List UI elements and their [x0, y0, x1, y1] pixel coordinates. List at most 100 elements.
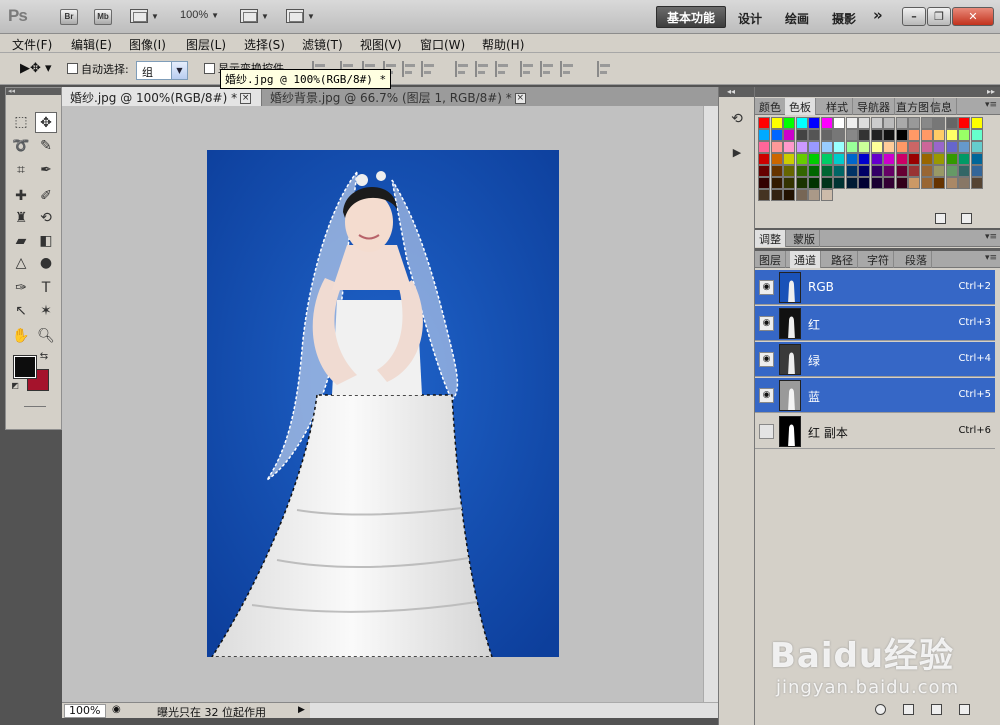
color-swatch[interactable]: [795, 153, 808, 165]
color-swatch[interactable]: [933, 141, 945, 153]
eye-icon[interactable]: ◉: [759, 352, 774, 367]
color-swatch[interactable]: [895, 117, 908, 129]
menu-help[interactable]: 帮助(H): [482, 36, 524, 53]
restore-button[interactable]: ❐: [927, 7, 951, 26]
color-swatch[interactable]: [945, 153, 958, 165]
color-swatch[interactable]: [795, 117, 808, 129]
show-transform-controls-checkbox[interactable]: [204, 63, 215, 74]
workspace-design-button[interactable]: 设计: [738, 10, 762, 27]
color-swatch[interactable]: [883, 153, 895, 165]
color-swatch[interactable]: [958, 117, 970, 129]
color-swatch[interactable]: [795, 141, 808, 153]
align-right-icon[interactable]: [421, 61, 435, 77]
color-swatch[interactable]: [858, 117, 870, 129]
color-swatch[interactable]: [795, 129, 808, 141]
lasso-tool-icon[interactable]: ➰: [10, 136, 32, 157]
distribute-vcenter-icon[interactable]: [475, 61, 489, 77]
color-swatch[interactable]: [958, 141, 970, 153]
healing-brush-tool-icon[interactable]: ✚: [10, 186, 32, 207]
foreground-color-swatch[interactable]: [13, 355, 37, 379]
color-swatch[interactable]: [908, 177, 920, 189]
close-button[interactable]: ✕: [952, 7, 994, 26]
tab-channels[interactable]: 通道: [790, 251, 821, 268]
color-swatch[interactable]: [945, 177, 958, 189]
new-channel-icon[interactable]: [931, 704, 942, 715]
color-swatch[interactable]: [833, 129, 845, 141]
color-swatch[interactable]: [933, 129, 945, 141]
arrange-documents-dropdown[interactable]: ▼: [240, 9, 269, 23]
delete-swatch-icon[interactable]: [961, 213, 972, 224]
color-swatch[interactable]: [870, 129, 883, 141]
channel-row-green[interactable]: ◉ 绿 Ctrl+4: [755, 342, 995, 377]
zoom-level-field[interactable]: 100%: [64, 704, 106, 718]
color-swatch[interactable]: [845, 177, 858, 189]
document-tab-inactive[interactable]: 婚纱背景.jpg @ 66.7% (图层 1, RGB/8#) * ×: [262, 87, 534, 106]
type-tool-icon[interactable]: T: [35, 278, 57, 299]
view-extras-dropdown[interactable]: ▼: [130, 9, 159, 23]
history-panel-icon[interactable]: ⟲: [726, 109, 748, 130]
eye-icon[interactable]: ◉: [759, 316, 774, 331]
menu-layer[interactable]: 图层(L): [186, 36, 226, 53]
color-swatch[interactable]: [845, 153, 858, 165]
channel-row-red[interactable]: ◉ 红 Ctrl+3: [755, 306, 995, 341]
color-swatch[interactable]: [833, 177, 845, 189]
auto-select-checkbox[interactable]: [67, 63, 78, 74]
color-swatch[interactable]: [783, 141, 795, 153]
color-swatch[interactable]: [770, 129, 783, 141]
color-swatch[interactable]: [758, 141, 770, 153]
color-swatch[interactable]: [833, 153, 845, 165]
color-swatch[interactable]: [783, 165, 795, 177]
channel-row-red-copy[interactable]: 红 副本 Ctrl+6: [755, 414, 995, 449]
color-swatch[interactable]: [808, 177, 820, 189]
color-swatch[interactable]: [845, 165, 858, 177]
horizontal-scrollbar[interactable]: [310, 702, 718, 718]
panel-menu-icon[interactable]: ▾≡: [985, 232, 997, 242]
dodge-tool-icon[interactable]: ●: [35, 253, 57, 274]
tab-character[interactable]: 字符: [863, 251, 894, 268]
color-swatch[interactable]: [820, 177, 833, 189]
color-swatch[interactable]: [858, 129, 870, 141]
color-swatch[interactable]: [908, 129, 920, 141]
color-swatch[interactable]: [858, 153, 870, 165]
visibility-toggle[interactable]: [759, 424, 774, 439]
tab-paragraph[interactable]: 段落: [901, 251, 932, 268]
color-swatch[interactable]: [858, 141, 870, 153]
tab-masks[interactable]: 蒙版: [789, 230, 820, 247]
pen-tool-icon[interactable]: ✑: [10, 278, 32, 299]
color-swatch[interactable]: [908, 141, 920, 153]
workspace-photography-button[interactable]: 摄影: [832, 10, 856, 27]
color-swatch[interactable]: [770, 153, 783, 165]
color-swatch[interactable]: [870, 117, 883, 129]
quick-selection-tool-icon[interactable]: ✎: [35, 136, 57, 157]
color-swatch[interactable]: [758, 129, 770, 141]
distribute-bottom-icon[interactable]: [495, 61, 509, 77]
color-swatch[interactable]: [770, 189, 783, 201]
color-swatch[interactable]: [758, 177, 770, 189]
gradient-tool-icon[interactable]: ◧: [35, 231, 57, 252]
color-swatch[interactable]: [970, 153, 983, 165]
menu-edit[interactable]: 编辑(E): [71, 36, 112, 53]
launch-bridge-button[interactable]: Br: [60, 9, 78, 25]
color-swatch[interactable]: [883, 117, 895, 129]
color-swatch[interactable]: [945, 129, 958, 141]
color-swatch[interactable]: [883, 177, 895, 189]
color-swatch[interactable]: [820, 117, 833, 129]
color-swatch[interactable]: [770, 141, 783, 153]
document-tab-active[interactable]: 婚纱.jpg @ 100%(RGB/8#) * ×: [62, 87, 262, 106]
color-swatch[interactable]: [933, 117, 945, 129]
tab-styles[interactable]: 样式: [822, 98, 853, 115]
menu-select[interactable]: 选择(S): [244, 36, 285, 53]
color-swatch[interactable]: [808, 165, 820, 177]
distribute-hcenter-icon[interactable]: [540, 61, 554, 77]
color-swatch[interactable]: [770, 117, 783, 129]
color-swatch[interactable]: [820, 129, 833, 141]
color-swatch[interactable]: [783, 129, 795, 141]
color-swatch[interactable]: [883, 129, 895, 141]
align-horizontal-center-icon[interactable]: [402, 61, 416, 77]
panel-menu-icon[interactable]: ▾≡: [985, 100, 997, 110]
color-swatch[interactable]: [920, 177, 933, 189]
load-channel-as-selection-icon[interactable]: [875, 704, 886, 715]
color-swatch[interactable]: [908, 153, 920, 165]
color-swatch[interactable]: [808, 189, 820, 201]
eyedropper-tool-icon[interactable]: ✒: [35, 160, 57, 181]
